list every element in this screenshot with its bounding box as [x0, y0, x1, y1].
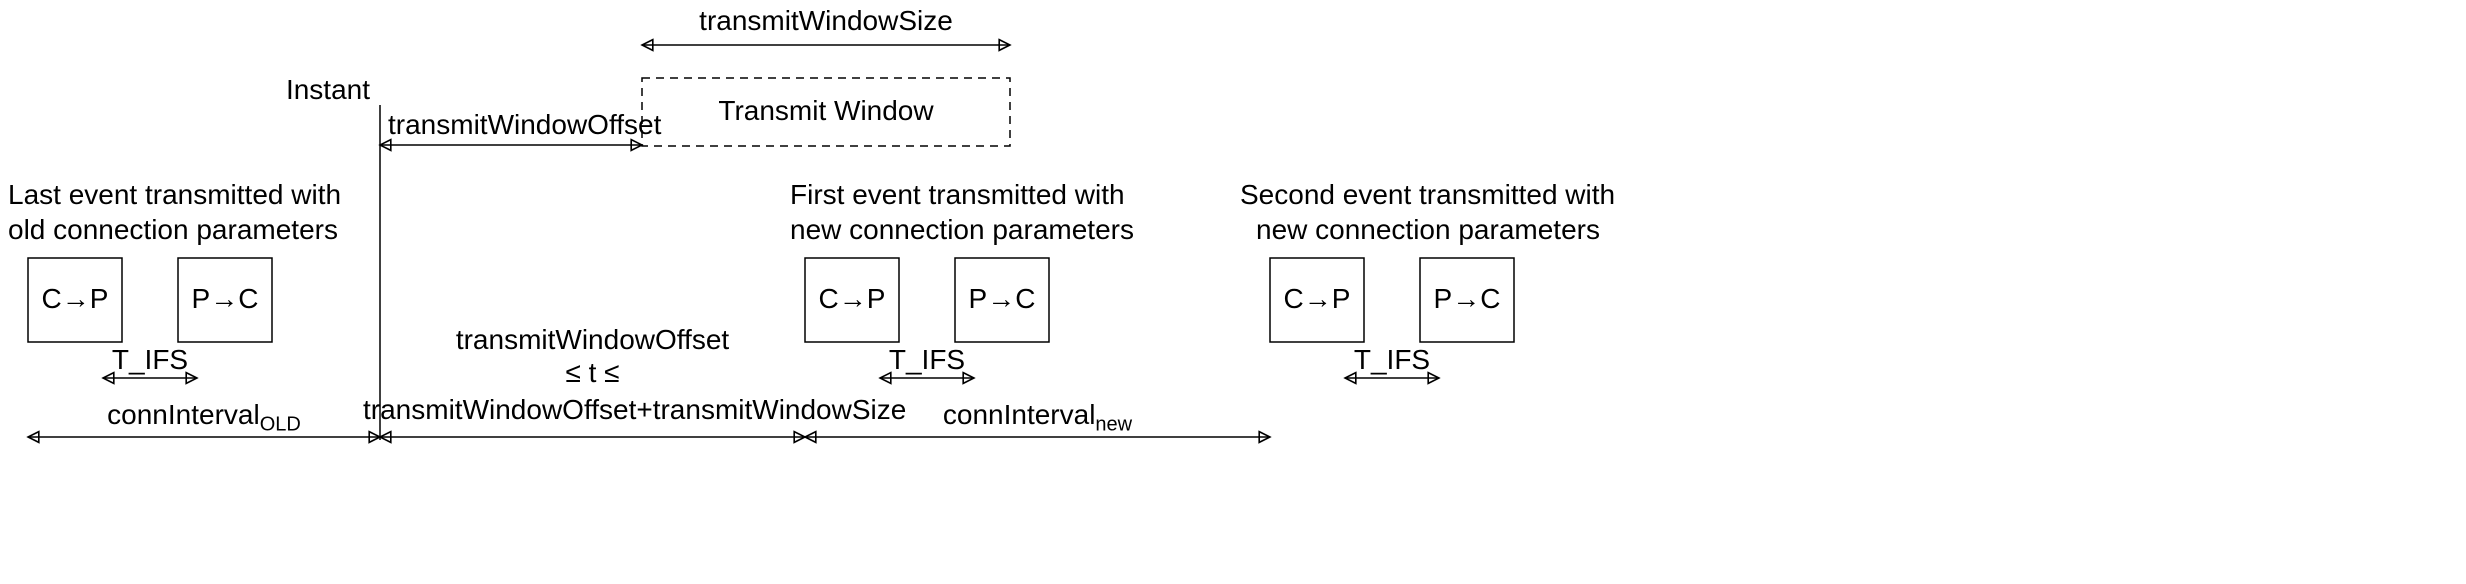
first-caption-line1: First event transmitted with	[790, 180, 1125, 211]
label-transmit-window-size: transmitWindowSize	[642, 6, 1010, 37]
second-caption-line1: Second event transmitted with	[1240, 180, 1615, 211]
label-instant: Instant	[250, 75, 370, 106]
box-c-to-p-first: C→P	[805, 284, 899, 315]
label-transmit-window: Transmit Window	[642, 96, 1010, 127]
old-caption-line2: old connection parameters	[8, 215, 338, 246]
second-caption-line2: new connection parameters	[1256, 215, 1600, 246]
t-ifs-second: T_IFS	[1345, 345, 1439, 376]
mid-line2: ≤ t ≤	[380, 358, 805, 389]
box-c-to-p-old: C→P	[28, 284, 122, 315]
conn-interval-new-sub: new	[1095, 414, 1132, 436]
mid-line1: transmitWindowOffset	[380, 325, 805, 356]
conn-interval-old-main: connInterval	[107, 399, 260, 430]
label-transmit-window-offset: transmitWindowOffset	[388, 110, 661, 141]
mid-line3: transmitWindowOffset+transmitWindowSize	[363, 395, 822, 426]
box-c-to-p-second: C→P	[1270, 284, 1364, 315]
first-caption-line2: new connection parameters	[790, 215, 1134, 246]
box-p-to-c-old: P→C	[178, 284, 272, 315]
t-ifs-old: T_IFS	[103, 345, 197, 376]
t-ifs-first: T_IFS	[880, 345, 974, 376]
box-p-to-c-first: P→C	[955, 284, 1049, 315]
old-caption-line1: Last event transmitted with	[8, 180, 341, 211]
box-p-to-c-second: P→C	[1420, 284, 1514, 315]
conn-interval-old: connIntervalOLD	[28, 400, 380, 436]
conn-interval-old-sub: OLD	[260, 414, 301, 436]
conn-interval-new-main: connInterval	[943, 399, 1096, 430]
conn-interval-new: connIntervalnew	[805, 400, 1270, 436]
